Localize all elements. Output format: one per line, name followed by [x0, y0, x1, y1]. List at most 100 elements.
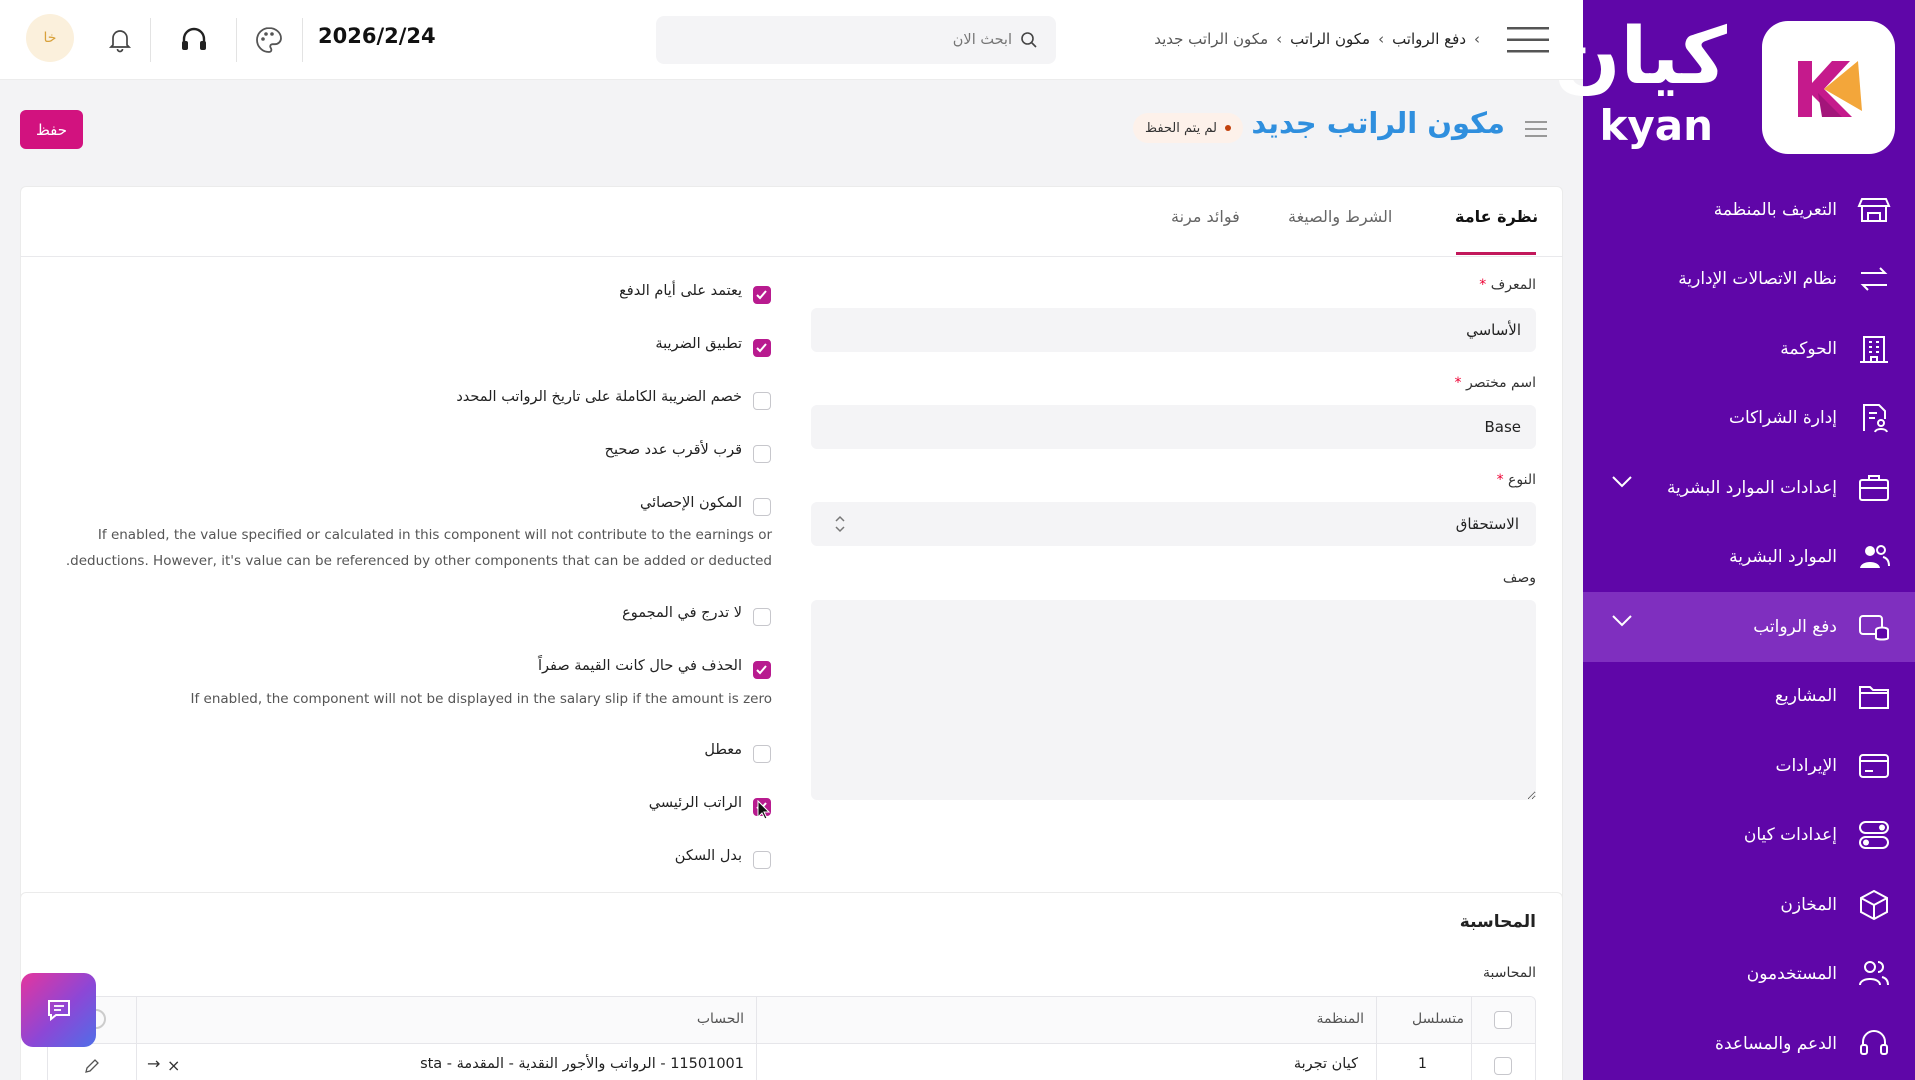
sidebar-collapse-icon[interactable] — [1525, 120, 1547, 138]
building-icon — [1857, 332, 1891, 366]
sidebar-item[interactable]: إعدادات كيان — [1583, 801, 1915, 871]
row-account[interactable]: 11501001 - الرواتب والأجور النقدية - الم… — [298, 1056, 744, 1072]
menu-toggle-icon[interactable] — [1507, 26, 1549, 54]
checkbox[interactable] — [753, 661, 771, 679]
checkbox-label[interactable]: يعتمد على أيام الدفع — [619, 283, 742, 299]
briefcase-icon — [1857, 471, 1891, 505]
checkbox-label[interactable]: المكون الإحصائي — [640, 495, 742, 511]
accounting-table: متسلسل المنظمة الحساب 1 كيان تجربة 11501… — [47, 996, 1536, 1080]
kyan-k-icon — [1798, 61, 1862, 117]
table-row[interactable]: 1 كيان تجربة 11501001 - الرواتب والأجور … — [48, 1044, 1535, 1080]
checkbox[interactable] — [753, 286, 771, 304]
checkbox-label[interactable]: الراتب الرئيسي — [649, 795, 742, 811]
checkbox-label[interactable]: بدل السكن — [675, 848, 742, 864]
sidebar-item[interactable]: المخازن — [1583, 870, 1915, 940]
type-select[interactable]: الاستحقاق — [811, 502, 1536, 546]
row-organization[interactable]: كيان تجربة — [1048, 1056, 1358, 1072]
breadcrumb-separator: › — [1378, 30, 1385, 48]
sidebar-item-label: دفع الرواتب — [1753, 616, 1837, 637]
sidebar-item-label: المستخدمون — [1746, 964, 1837, 985]
checkbox[interactable] — [753, 745, 771, 763]
support-headset-icon[interactable] — [179, 25, 209, 55]
sidebar-item-label: الحوكمة — [1780, 338, 1837, 359]
checkbox-label[interactable]: لا تدرج في المجموع — [622, 605, 742, 621]
checkbox-label[interactable]: الحذف في حال كانت القيمة صفراً — [538, 658, 742, 674]
breadcrumb-item-payroll[interactable]: دفع الرواتب — [1392, 30, 1466, 48]
checkbox[interactable] — [753, 498, 771, 516]
description-label: وصف — [1502, 570, 1536, 586]
clear-value-icon[interactable]: × — [167, 1056, 180, 1075]
checkbox[interactable] — [753, 445, 771, 463]
checkbox[interactable] — [753, 339, 771, 357]
sidebar-item-label: الدعم والمساعدة — [1715, 1033, 1837, 1054]
sidebar-item-label: التعريف بالمنظمة — [1713, 199, 1837, 220]
chevron-down-icon[interactable] — [1611, 475, 1633, 489]
search-box[interactable] — [656, 16, 1056, 64]
checkbox-label[interactable]: خصم الضريبة الكاملة على تاريخ الرواتب ال… — [456, 389, 742, 405]
divider — [302, 18, 303, 62]
open-link-arrow-icon[interactable]: → — [147, 1054, 160, 1073]
breadcrumb: › دفع الرواتب › مكون الراتب › مكون الرات… — [1085, 28, 1480, 50]
tab-flexible-benefits[interactable]: فوائد مرنة — [1171, 207, 1240, 226]
headset-icon — [1857, 1027, 1891, 1061]
checkbox-label[interactable]: تطبيق الضريبة — [655, 336, 742, 352]
statistical-help-line-2: .deductions. However, it's value can be … — [65, 553, 772, 569]
topbar: › دفع الرواتب › مكون الراتب › مكون الرات… — [0, 0, 1583, 80]
page-title: مكون الراتب جديد — [1251, 106, 1505, 140]
mouse-cursor-icon — [757, 800, 771, 820]
sidebar-item[interactable]: إعدادات الموارد البشرية — [1583, 453, 1915, 523]
sidebar-item[interactable]: المستخدمون — [1583, 940, 1915, 1010]
sidebar-item[interactable]: الحوكمة — [1583, 314, 1915, 384]
edit-row-icon[interactable] — [84, 1058, 100, 1074]
id-label: المعرف * — [1479, 277, 1536, 293]
divider — [150, 18, 151, 62]
checkbox[interactable] — [753, 392, 771, 410]
abbr-field[interactable]: Base — [811, 405, 1536, 449]
notifications-bell-icon[interactable] — [107, 27, 133, 53]
id-field[interactable]: الأساسي — [811, 308, 1536, 352]
checkbox[interactable] — [753, 851, 771, 869]
select-arrows-icon — [835, 514, 845, 534]
row-checkbox[interactable] — [1494, 1057, 1512, 1075]
status-text: لم يتم الحفظ — [1145, 120, 1217, 136]
sidebar-item[interactable]: إدارة الشراكات — [1583, 384, 1915, 454]
logo-english-text: kyan — [1599, 101, 1713, 150]
sidebar-item-label: إعدادات الموارد البشرية — [1666, 477, 1837, 498]
search-icon — [1020, 31, 1038, 49]
store-icon — [1857, 193, 1891, 227]
zero-help-text: If enabled, the component will not be di… — [190, 691, 772, 707]
avatar[interactable]: خا — [26, 14, 74, 62]
sidebar-item-label: الموارد البشرية — [1729, 547, 1837, 568]
sidebar-item[interactable]: دفع الرواتب — [1583, 592, 1915, 662]
sidebar-item[interactable]: نظام الاتصالات الإدارية — [1583, 245, 1915, 315]
sidebar-item[interactable]: الموارد البشرية — [1583, 523, 1915, 593]
current-date: 2026/2/24 — [318, 24, 436, 48]
tab-overview[interactable]: نظرة عامة — [1455, 207, 1538, 226]
divider — [236, 18, 237, 62]
accounting-table-label: المحاسبة — [1482, 965, 1536, 981]
checkbox-label[interactable]: معطل — [704, 742, 742, 758]
check-icon — [756, 290, 767, 300]
sidebar-nav: التعريف بالمنظمة نظام الاتصالات الإدارية ا… — [1583, 175, 1915, 1079]
abbr-label: اسم مختصر * — [1454, 375, 1536, 391]
save-button[interactable]: حفظ — [20, 110, 83, 149]
palette-icon[interactable] — [254, 25, 284, 55]
kyan-logo-mark[interactable] — [1762, 21, 1895, 154]
table-select-all-checkbox[interactable] — [1494, 1011, 1512, 1029]
description-textarea[interactable] — [811, 600, 1536, 800]
sidebar-item[interactable]: التعريف بالمنظمة — [1583, 175, 1915, 245]
chevron-down-icon[interactable] — [1611, 614, 1633, 628]
sidebar-item[interactable]: الدعم والمساعدة — [1583, 1009, 1915, 1079]
toggle-settings-icon — [1857, 818, 1891, 852]
document-user-icon — [1857, 401, 1891, 435]
checkbox-label[interactable]: قرب لأقرب عدد صحيح — [605, 442, 742, 458]
search-input[interactable] — [672, 32, 1012, 48]
breadcrumb-item-salary-component[interactable]: مكون الراتب — [1290, 30, 1370, 48]
sidebar-item[interactable]: الإيرادات — [1583, 731, 1915, 801]
chat-widget-button[interactable] — [21, 973, 96, 1047]
checkbox[interactable] — [753, 608, 771, 626]
sidebar-item-label: نظام الاتصالات الإدارية — [1678, 269, 1837, 290]
tab-active-indicator — [1456, 252, 1536, 255]
sidebar-item[interactable]: المشاريع — [1583, 662, 1915, 732]
tab-condition-formula[interactable]: الشرط والصيغة — [1288, 207, 1392, 226]
